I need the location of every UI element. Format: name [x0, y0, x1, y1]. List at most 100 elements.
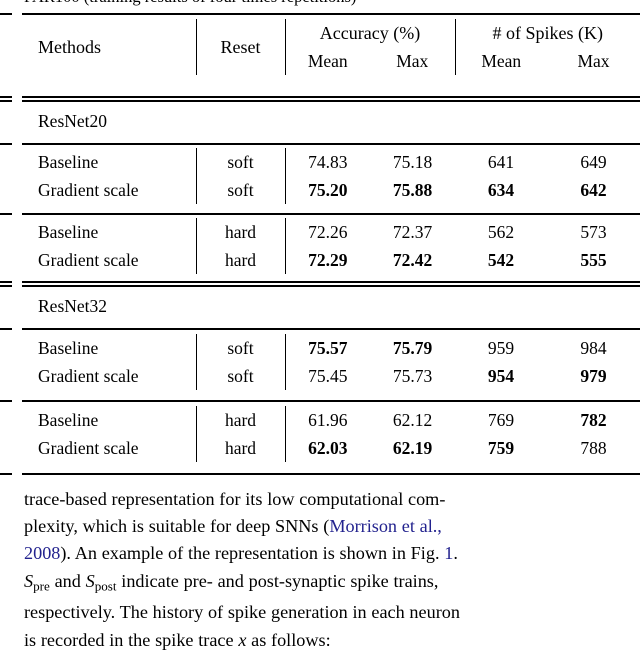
- table-top-rule: [22, 13, 640, 16]
- figure-reference-link[interactable]: 1: [444, 543, 453, 563]
- cell-method: Gradient scale: [38, 180, 139, 200]
- cell-method: Baseline: [38, 222, 99, 242]
- cell-method: Gradient scale: [38, 438, 139, 458]
- paragraph-line: Spre and Spost indicate pre- and post-sy…: [24, 568, 622, 600]
- table-row[interactable]: Gradient scale soft 75.20 75.88 634 642: [22, 176, 640, 204]
- margin-rule-stub: [0, 281, 12, 283]
- group-label-row: ResNet20: [22, 107, 640, 135]
- cell-reset: soft: [195, 148, 285, 176]
- table-row[interactable]: Gradient scale hard 62.03 62.19 759 788: [22, 434, 640, 462]
- paragraph-line: is recorded in the spike trace x as foll…: [24, 627, 622, 654]
- paragraph-line: respectively. The history of spike gener…: [24, 599, 622, 626]
- cell-reset: soft: [195, 362, 285, 390]
- table-block-resnet32-hard: Baseline hard 61.96 62.12 769 782 Gradie…: [22, 406, 640, 462]
- cell-reset: hard: [195, 246, 285, 274]
- cell-spikes-max: 649: [580, 152, 607, 172]
- table-section-rule-lower: [22, 285, 640, 287]
- cell-accuracy-mean: 75.57: [284, 334, 370, 362]
- citation-link-morrison[interactable]: Morrison et al.,: [329, 516, 442, 536]
- table-row[interactable]: Baseline hard 61.96 62.12 769 782: [22, 406, 640, 434]
- cell-spikes-mean: 634: [487, 180, 515, 200]
- paragraph-text: plexity, which is suitable for deep SNNs…: [24, 516, 330, 537]
- table-group-rule: [22, 328, 640, 330]
- margin-rule-stub: [0, 96, 12, 98]
- margin-rule-stub: [0, 100, 12, 102]
- margin-rule-stub: [0, 400, 12, 402]
- group-label-resnet20: ResNet20: [38, 111, 108, 131]
- cell-accuracy-mean: 75.45: [284, 362, 370, 390]
- column-header-spikes-max: Max: [577, 51, 610, 71]
- table-block-resnet32-soft: Baseline soft 75.57 75.79 959 984 Gradie…: [22, 334, 640, 390]
- cell-method: Gradient scale: [38, 250, 139, 270]
- table-group-resnet20: ResNet20: [22, 107, 640, 135]
- cell-accuracy-max: 72.42: [392, 250, 433, 270]
- cell-method: Baseline: [38, 338, 99, 358]
- table-row[interactable]: Baseline soft 74.83 75.18 641 649: [22, 148, 640, 176]
- math-symbol-s: S: [24, 570, 34, 591]
- table-group-resnet32: ResNet32: [22, 292, 640, 320]
- cell-spikes-max: 788: [580, 438, 607, 458]
- paragraph-text: ). An example of the representation is s…: [60, 543, 445, 564]
- column-header-reset: Reset: [195, 19, 285, 75]
- table-header-row-group: Methods Reset Accuracy (%) # of Spikes (…: [22, 19, 640, 75]
- cell-method: Baseline: [38, 410, 99, 430]
- paragraph-text: as follows:: [246, 629, 331, 650]
- table-section-rule-upper: [22, 281, 640, 283]
- table-row[interactable]: Baseline soft 75.57 75.79 959 984: [22, 334, 640, 362]
- table-block-resnet20-soft: Baseline soft 74.83 75.18 641 649 Gradie…: [22, 148, 640, 204]
- paragraph-text: is recorded in the spike trace: [24, 629, 239, 650]
- paragraph-line: plexity, which is suitable for deep SNNs…: [24, 513, 622, 540]
- math-subscript-post: post: [94, 578, 117, 594]
- citation-link-year[interactable]: 2008: [24, 543, 60, 563]
- column-header-spikes-mean: Mean: [454, 47, 547, 75]
- table-block-rule: [22, 400, 640, 402]
- math-subscript-pre: pre: [33, 578, 50, 594]
- cell-spikes-mean: 759: [487, 438, 515, 458]
- margin-rule-stub: [0, 285, 12, 287]
- cell-accuracy-max: 75.73: [392, 366, 433, 386]
- cell-spikes-max: 555: [580, 250, 607, 270]
- table-block-resnet20-hard: Baseline hard 72.26 72.37 562 573 Gradie…: [22, 218, 640, 274]
- cell-reset: hard: [195, 406, 285, 434]
- table-header-rule-upper: [22, 96, 640, 98]
- cell-accuracy-max: 75.18: [392, 152, 433, 172]
- cell-spikes-max: 573: [580, 222, 607, 242]
- table-row[interactable]: Baseline hard 72.26 72.37 562 573: [22, 218, 640, 246]
- group-label-resnet32: ResNet32: [38, 296, 108, 316]
- margin-rule-stub: [0, 328, 12, 330]
- column-header-accuracy-max: Max: [396, 51, 429, 71]
- cell-accuracy-max: 75.88: [392, 180, 433, 200]
- cell-method: Baseline: [38, 152, 99, 172]
- cell-spikes-max: 979: [580, 366, 607, 386]
- body-paragraph: trace-based representation for its low c…: [24, 486, 622, 654]
- table-row[interactable]: Gradient scale soft 75.45 75.73 954 979: [22, 362, 640, 390]
- table-group-rule: [22, 143, 640, 145]
- cell-accuracy-max: 75.79: [392, 338, 433, 358]
- math-symbol-s-pre: Spre: [24, 570, 50, 594]
- cell-spikes-mean: 769: [487, 410, 515, 430]
- paragraph-text: and: [49, 570, 86, 591]
- cell-method: Gradient scale: [38, 366, 139, 386]
- table-row[interactable]: Gradient scale hard 72.29 72.42 542 555: [22, 246, 640, 274]
- paragraph-line: trace-based representation for its low c…: [24, 486, 622, 513]
- cell-accuracy-mean: 61.96: [284, 406, 370, 434]
- column-header-accuracy-group: Accuracy (%): [284, 19, 455, 47]
- math-symbol-s-post: Spost: [86, 571, 117, 594]
- table-header-rule-lower: [22, 100, 640, 102]
- table-block-rule: [22, 213, 640, 215]
- paragraph-text: trace-based representation for its low c…: [24, 489, 446, 509]
- cell-spikes-max: 782: [580, 410, 607, 430]
- margin-rule-stub: [0, 13, 12, 16]
- cell-spikes-mean: 641: [487, 152, 515, 172]
- cell-accuracy-mean: 75.20: [284, 176, 370, 204]
- cell-accuracy-mean: 74.83: [284, 148, 370, 176]
- table-caption: FAR100 (training results of four times r…: [24, 0, 624, 9]
- cell-accuracy-mean: 62.03: [284, 434, 370, 462]
- table-bottom-rule: [22, 473, 640, 475]
- cell-spikes-max: 642: [580, 180, 607, 200]
- cell-accuracy-max: 62.19: [392, 438, 433, 458]
- cell-spikes-mean: 954: [487, 366, 515, 386]
- margin-rule-stub: [0, 213, 12, 215]
- cell-spikes-mean: 542: [487, 250, 515, 270]
- paragraph-line: 2008). An example of the representation …: [24, 540, 622, 567]
